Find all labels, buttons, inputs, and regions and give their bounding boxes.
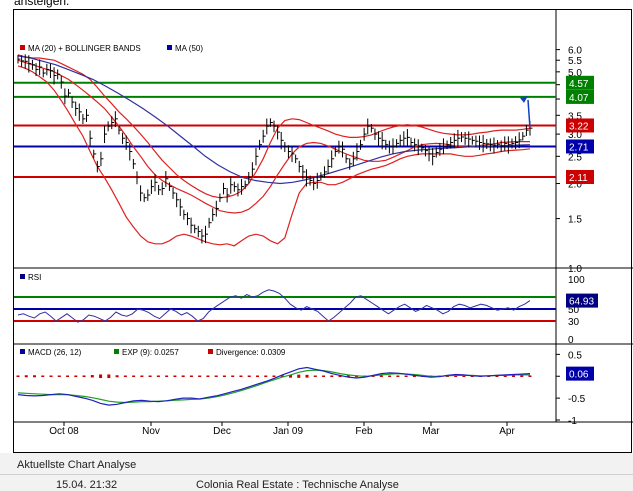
divergence-bar — [379, 375, 383, 377]
legend-swatch — [114, 349, 119, 354]
x-month-label: Feb — [355, 426, 373, 437]
divergence-bar — [396, 375, 400, 377]
divergence-bar — [206, 375, 210, 377]
divergence-bar — [239, 375, 243, 377]
divergence-bar — [198, 375, 202, 377]
divergence-bar — [24, 375, 28, 378]
x-month-label: Nov — [142, 426, 160, 437]
divergence-bar — [33, 375, 37, 378]
x-month-label: Apr — [499, 426, 515, 437]
top-caption: ansteigen. — [14, 0, 70, 8]
legend-label: Divergence: 0.0309 — [216, 348, 286, 357]
x-month-label: Dec — [213, 426, 231, 437]
ma50-line — [17, 55, 531, 185]
macd-value-label: 0.06 — [569, 370, 589, 381]
legend-swatch — [20, 349, 25, 354]
y-tick-label: 5.5 — [568, 56, 582, 67]
divergence-bar — [57, 375, 61, 377]
y-tick-label: 1.0 — [568, 264, 582, 275]
y-tick-label: 1.5 — [568, 215, 582, 226]
rsi-value-label: 64.93 — [569, 297, 594, 308]
legend-label: MACD (26, 12) — [28, 348, 82, 357]
divergence-bar — [107, 374, 111, 379]
divergence-bar — [148, 375, 152, 377]
divergence-bar — [388, 375, 392, 377]
divergence-bar — [520, 375, 524, 377]
trend-arrow — [527, 99, 531, 129]
chart-frame: MA (20) + BOLLINGER BANDS MA (50) 6.0 5.5 5.… — [13, 9, 633, 453]
rsi-tick-label: 0 — [568, 335, 574, 346]
divergence-bar — [16, 375, 20, 378]
divergence-bar — [330, 375, 334, 378]
divergence-bar — [49, 375, 53, 377]
y-tick-label: 6.0 — [568, 46, 582, 57]
divergence-bar — [173, 375, 177, 377]
footer-description[interactable]: Colonia Real Estate : Technische Analyse — [196, 479, 399, 491]
divergence-bar — [189, 375, 193, 377]
divergence-bar — [41, 375, 45, 377]
footer-title[interactable]: Aktuellste Chart Analyse — [17, 459, 136, 471]
divergence-bar — [115, 375, 119, 378]
y-tick-label: 2.5 — [568, 152, 582, 163]
x-month-label: Oct 08 — [49, 426, 79, 437]
divergence-bar — [156, 375, 160, 377]
divergence-bar — [305, 374, 309, 378]
divergence-bar — [528, 375, 532, 377]
divergence-bar — [297, 374, 301, 378]
divergence-bar — [231, 375, 235, 377]
x-month-label: Mar — [422, 426, 440, 437]
divergence-bar — [255, 375, 259, 377]
divergence-bar — [74, 375, 78, 377]
divergence-bar — [99, 374, 103, 379]
divergence-bar — [140, 375, 144, 377]
legend-swatch — [167, 45, 172, 50]
macd-tick-label: 0.5 — [568, 350, 582, 361]
divergence-bar — [222, 375, 226, 377]
legend-swatch — [208, 349, 213, 354]
legend-swatch — [20, 45, 25, 50]
divergence-bar — [123, 375, 127, 377]
legend-label: MA (50) — [175, 44, 203, 53]
divergence-bar — [404, 375, 408, 377]
footer: Aktuellste Chart Analyse 15.04. 21:32 Co… — [0, 453, 633, 491]
legend-swatch — [20, 274, 25, 279]
rsi-tick-label: 100 — [568, 275, 585, 286]
legend-label: RSI — [28, 273, 41, 282]
divergence-bar — [82, 375, 86, 378]
rsi-tick-label: 30 — [568, 317, 580, 328]
divergence-bar — [214, 375, 218, 377]
divergence-bar — [264, 375, 268, 377]
rsi-line — [17, 289, 531, 323]
divergence-bar — [66, 375, 70, 377]
divergence-bar — [272, 375, 276, 377]
level-badge-label: 3.22 — [569, 121, 589, 132]
divergence-bar — [247, 375, 251, 377]
divergence-bar — [132, 375, 136, 377]
divergence-bar — [322, 375, 326, 377]
macd-line — [17, 366, 531, 406]
divergence-bar — [165, 375, 169, 377]
x-month-label: Jan 09 — [273, 426, 303, 437]
divergence-bar — [181, 375, 185, 378]
level-badge-label: 2.11 — [569, 173, 588, 184]
legend-label: EXP (9): 0.0257 — [122, 348, 179, 357]
level-badge-label: 2.71 — [569, 142, 589, 153]
footer-time: 15.04. 21:32 — [56, 479, 118, 491]
bollinger-lower-line — [17, 65, 531, 247]
level-badge-label: 4.57 — [569, 79, 589, 90]
chart-svg: MA (20) + BOLLINGER BANDS MA (50) 6.05.55.… — [14, 10, 633, 437]
level-badge-label: 4.07 — [569, 93, 589, 104]
footer-divider — [0, 474, 633, 475]
divergence-bar — [313, 375, 317, 377]
divergence-bar — [511, 375, 515, 377]
divergence-bar — [90, 375, 94, 378]
legend-label: MA (20) + BOLLINGER BANDS — [28, 44, 141, 53]
macd-tick-label: -1 — [568, 416, 577, 427]
macd-tick-label: -0.5 — [568, 394, 586, 405]
